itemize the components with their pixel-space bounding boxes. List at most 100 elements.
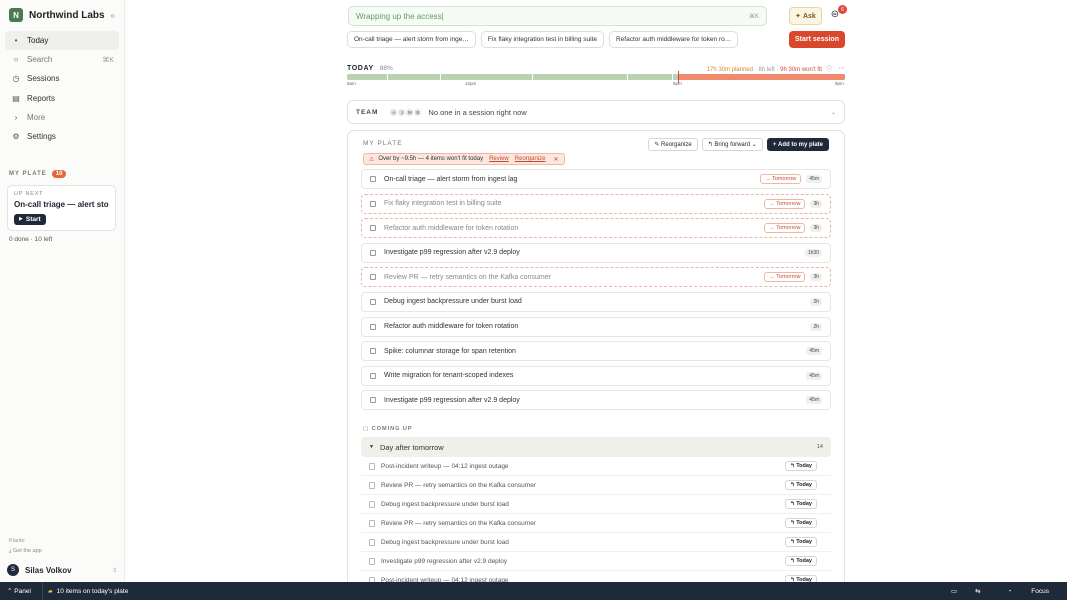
user-menu[interactable]: S Silas Volkov ⇕ — [0, 559, 124, 582]
team-avatars: A J M B — [389, 107, 423, 117]
coming-up-text: COMING UP — [371, 426, 413, 432]
checkbox[interactable] — [370, 176, 376, 182]
move-today-button[interactable]: ↰ Today — [785, 480, 817, 490]
nav-item-label: Search — [27, 55, 53, 65]
list-item[interactable]: Investigate p99 regression after v2.9 de… — [361, 242, 831, 263]
review-link[interactable]: Review — [489, 156, 509, 162]
timeline-percent: 88% — [379, 65, 393, 72]
nav-item-today[interactable]: • Today — [5, 31, 119, 50]
list-item[interactable]: Investigate p99 regression after v2.9 de… — [361, 552, 831, 571]
list-item[interactable]: On-call triage — alert storm from ingest… — [361, 169, 831, 189]
list-item[interactable]: Refactor auth middleware for token rotat… — [361, 316, 831, 337]
list-item[interactable]: Investigate p99 regression after v2.9 de… — [361, 390, 831, 411]
checkbox[interactable] — [370, 249, 376, 256]
get-app-link[interactable]: ⤓ Get the app — [0, 544, 124, 559]
duration-badge: 3h — [810, 199, 822, 208]
list-item[interactable]: Fix flaky integration test in billing su… — [361, 193, 831, 214]
tick-label: 9pm — [835, 81, 844, 86]
chevron-updown-icon: ⇕ — [111, 567, 117, 574]
start-button[interactable]: ▶ Start — [14, 213, 46, 225]
move-tomorrow-button[interactable]: → Tomorrow — [760, 174, 802, 184]
list-item[interactable]: Post-incident writeup — 04:12 ingest out… — [361, 457, 831, 476]
collapse-sidebar-icon[interactable]: « — [111, 11, 115, 20]
list-item[interactable]: Refactor auth middleware for token rotat… — [361, 218, 831, 239]
play-icon: ▶ — [19, 216, 23, 223]
reorganize-button[interactable]: ✎ Reorganize — [648, 138, 698, 151]
reorganize-link[interactable]: Reorganize — [515, 156, 546, 162]
close-icon[interactable]: ✕ — [553, 156, 558, 163]
list-item[interactable]: Write migration for tenant-scoped indexe… — [361, 365, 831, 386]
move-today-button[interactable]: ↰ Today — [785, 556, 817, 566]
dot-icon: • — [14, 36, 18, 45]
move-tomorrow-button[interactable]: → Tomorrow — [764, 198, 806, 209]
item-title: Investigate p99 regression after v2.9 de… — [384, 396, 520, 404]
move-tomorrow-button[interactable]: → Tomorrow — [764, 223, 806, 234]
task-icon — [369, 500, 375, 508]
checkbox[interactable] — [370, 397, 376, 404]
move-today-button[interactable]: ↰ Today — [785, 537, 817, 547]
swap-icon[interactable]: ⇆ — [966, 587, 989, 595]
plate-progress: 0 done · 10 left — [9, 235, 53, 243]
ask-input[interactable]: Wrapping up the access| ⌘K — [348, 6, 767, 26]
panel-label: Panel — [14, 588, 31, 595]
move-today-button[interactable]: ↰ Today — [785, 499, 817, 509]
chevron-down-icon[interactable]: ⌄ — [831, 109, 836, 116]
move-today-button[interactable]: ↰ Today — [785, 518, 817, 528]
more-icon[interactable]: ··· — [838, 65, 845, 72]
list-item[interactable]: Debug ingest backpressure under burst lo… — [361, 533, 831, 552]
arrow-back-icon: ↰ — [707, 142, 715, 148]
nav-item-more[interactable]: › More — [5, 108, 119, 127]
checkbox[interactable] — [370, 323, 376, 330]
checkbox[interactable] — [370, 200, 376, 207]
add-to-plate-button[interactable]: + Add to my plate — [766, 138, 829, 151]
focus-button[interactable]: ◔ Focus — [990, 588, 1067, 595]
nav-item-reports[interactable]: ▤ Reports — [5, 89, 119, 108]
chevron-down-icon: ⌄ — [750, 142, 757, 148]
inbox-badge: 6 — [838, 5, 847, 14]
duration-badge: 3h — [810, 273, 822, 282]
sidebar-plate-label: MY PLATE — [9, 170, 47, 177]
list-item[interactable]: Review PR — retry semantics on the Kafka… — [361, 514, 831, 533]
checkbox[interactable] — [370, 274, 376, 281]
folder-icon: ▰ — [48, 588, 53, 595]
up-next-card[interactable]: UP NEXT On-call triage — alert storm fro… — [7, 184, 116, 231]
status-bar: ⌃ Panel ▰ 10 items on today's plate ▭ ⇆ … — [0, 582, 1067, 600]
suggestion-chip[interactable]: Refactor auth middleware for token ro… — [608, 31, 739, 48]
move-today-button[interactable]: ↰ Today — [785, 461, 817, 471]
suggestion-chip[interactable]: Fix flaky integration test in billing su… — [480, 31, 604, 48]
sidebar-footer: Klanto ⤓ Get the app S Silas Volkov ⇕ — [0, 538, 124, 582]
checkbox[interactable] — [370, 348, 376, 355]
list-item[interactable]: Debug ingest backpressure under burst lo… — [361, 291, 831, 312]
team-bar[interactable]: TEAM A J M B No one in a session right n… — [347, 100, 845, 124]
coming-up-list: Post-incident writeup — 04:12 ingest out… — [361, 457, 831, 590]
list-item[interactable]: Debug ingest backpressure under burst lo… — [361, 495, 831, 514]
checkbox[interactable] — [370, 225, 376, 232]
timeline-segment — [672, 74, 673, 80]
start-session-button[interactable]: Start session — [789, 31, 845, 48]
ask-button[interactable]: ✦ Ask — [789, 7, 822, 25]
nav-item-sessions[interactable]: ◷ Sessions — [5, 69, 119, 88]
clock-icon: ◷ — [12, 74, 20, 84]
nav-item-settings[interactable]: ⚙ Settings — [5, 127, 119, 146]
list-item[interactable]: Spike: columnar storage for span retenti… — [361, 341, 831, 362]
ask-shortcut: ⌘K — [748, 13, 759, 20]
list-item[interactable]: Review PR — retry semantics on the Kafka… — [361, 267, 831, 288]
item-title: Write migration for tenant-scoped indexe… — [384, 372, 514, 380]
nav-item-label: Settings — [27, 131, 56, 141]
brand-logo: N — [9, 8, 23, 22]
list-item[interactable]: Review PR — retry semantics on the Kafka… — [361, 476, 831, 495]
item-title: Investigate p99 regression after v2.9 de… — [381, 557, 508, 565]
bring-forward-button[interactable]: ↰ Bring forward ⌄ — [701, 138, 763, 151]
checkbox[interactable] — [370, 298, 376, 305]
suggestion-chip[interactable]: On-call triage — alert storm from inge… — [347, 31, 476, 48]
chat-icon[interactable]: ▭ — [942, 587, 966, 595]
brand[interactable]: N Northwind Labs « — [0, 1, 124, 29]
move-tomorrow-button[interactable]: → Tomorrow — [764, 272, 806, 283]
wont-fit-text: 9h 30m won't fit — [780, 67, 822, 73]
timeline-overflow — [679, 74, 845, 80]
checkbox[interactable] — [370, 372, 376, 379]
coming-up-group[interactable]: ▼ Day after tomorrow 14 — [361, 437, 831, 457]
nav-item-search[interactable]: ○ Search ⌘K — [5, 50, 119, 69]
info-icon[interactable]: ⓘ — [826, 67, 832, 73]
panel-toggle[interactable]: ⌃ Panel — [0, 587, 42, 595]
